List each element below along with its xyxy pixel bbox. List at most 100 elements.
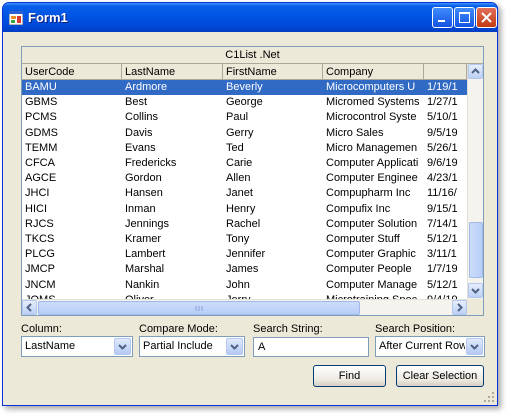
company-cell[interactable]: Micro Sales (323, 126, 424, 141)
company-cell[interactable]: Compufix Inc (323, 202, 424, 217)
company-cell[interactable]: Computer Manage (323, 278, 424, 293)
usercode-cell[interactable]: GDMS (22, 126, 122, 141)
firstname-cell[interactable]: Allen (223, 171, 323, 186)
table-row[interactable]: TEMM Evans Ted Micro Managemen 5/26/1 (22, 141, 467, 156)
column-dropdown[interactable]: LastName (21, 336, 133, 357)
maximize-button[interactable] (454, 7, 475, 28)
lastname-cell[interactable]: Inman (122, 202, 223, 217)
usercode-cell[interactable]: TKCS (22, 232, 122, 247)
company-cell[interactable]: Computer Solution (323, 217, 424, 232)
lastname-cell[interactable]: Marshal (122, 262, 223, 277)
firstname-cell[interactable]: James (223, 262, 323, 277)
company-cell[interactable]: Computer People (323, 262, 424, 277)
date-cell[interactable]: 5/26/1 (424, 141, 467, 156)
lastname-cell[interactable]: Gordon (122, 171, 223, 186)
date-cell[interactable]: 5/12/1 (424, 278, 467, 293)
table-row[interactable]: GDMS Davis Gerry Micro Sales 9/5/19 (22, 126, 467, 141)
lastname-cell[interactable]: Nankin (122, 278, 223, 293)
column-header-usercode[interactable]: UserCode (22, 64, 122, 80)
lastname-cell[interactable]: Best (122, 95, 223, 110)
search-string-input[interactable]: A (253, 337, 369, 357)
table-row[interactable]: JMCP Marshal James Computer People 1/7/19 (22, 262, 467, 277)
firstname-cell[interactable]: Carie (223, 156, 323, 171)
usercode-cell[interactable]: GBMS (22, 95, 122, 110)
column-dropdown-button[interactable] (114, 338, 131, 355)
firstname-cell[interactable]: Janet (223, 186, 323, 201)
table-row[interactable]: AGCE Gordon Allen Computer Enginee 4/23/1 (22, 171, 467, 186)
usercode-cell[interactable]: RJCS (22, 217, 122, 232)
table-row[interactable]: HICI Inman Henry Compufix Inc 9/15/1 (22, 202, 467, 217)
date-cell[interactable]: 5/12/1 (424, 232, 467, 247)
find-button[interactable]: Find (313, 365, 386, 387)
vertical-scroll-thumb[interactable] (469, 222, 483, 278)
table-row-selected[interactable]: BAMU Ardmore Beverly Microcomputers U 1/19/1 (22, 80, 467, 95)
lastname-cell[interactable]: Fredericks (122, 156, 223, 171)
firstname-cell[interactable]: Ted (223, 141, 323, 156)
lastname-cell[interactable]: Kramer (122, 232, 223, 247)
column-header-lastname[interactable]: LastName (122, 64, 223, 80)
date-cell[interactable]: 1/7/19 (424, 262, 467, 277)
firstname-cell[interactable]: Rachel (223, 217, 323, 232)
table-row[interactable]: CFCA Fredericks Carie Computer Applicati 9/6… (22, 156, 467, 171)
firstname-cell[interactable]: Jennifer (223, 247, 323, 262)
usercode-cell[interactable]: PLCG (22, 247, 122, 262)
usercode-cell[interactable]: JMCP (22, 262, 122, 277)
company-cell[interactable]: Computer Applicati (323, 156, 424, 171)
horizontal-scroll-thumb[interactable] (38, 301, 360, 315)
lastname-cell[interactable]: Jennings (122, 217, 223, 232)
firstname-cell[interactable]: Tony (223, 232, 323, 247)
company-cell[interactable]: Compupharm Inc (323, 186, 424, 201)
horizontal-scrollbar[interactable] (22, 299, 467, 315)
company-cell[interactable]: Microcontrol Syste (323, 110, 424, 125)
usercode-cell[interactable]: JHCI (22, 186, 122, 201)
scroll-down-button[interactable] (468, 283, 483, 298)
usercode-cell[interactable]: TEMM (22, 141, 122, 156)
table-row[interactable]: JNCM Nankin John Computer Manage 5/12/1 (22, 278, 467, 293)
column-header-company[interactable]: Company (323, 64, 424, 80)
company-cell[interactable]: Computer Graphic (323, 247, 424, 262)
minimize-button[interactable] (432, 7, 453, 28)
size-grip-icon[interactable] (483, 391, 495, 403)
lastname-cell[interactable]: Evans (122, 141, 223, 156)
lastname-cell[interactable]: Collins (122, 110, 223, 125)
firstname-cell[interactable]: George (223, 95, 323, 110)
lastname-cell[interactable]: Hansen (122, 186, 223, 201)
scroll-up-button[interactable] (468, 64, 483, 79)
firstname-cell[interactable]: Henry (223, 202, 323, 217)
date-cell[interactable]: 9/15/1 (424, 202, 467, 217)
firstname-cell[interactable]: Beverly (223, 80, 323, 95)
clear-selection-button[interactable]: Clear Selection (396, 365, 484, 387)
title-bar[interactable]: Form1 (3, 3, 497, 32)
compare-mode-dropdown-button[interactable] (226, 338, 243, 355)
table-row[interactable]: JHCI Hansen Janet Compupharm Inc 11/16/ (22, 186, 467, 201)
date-cell[interactable]: 9/6/19 (424, 156, 467, 171)
lastname-cell[interactable]: Lambert (122, 247, 223, 262)
firstname-cell[interactable]: Gerry (223, 126, 323, 141)
column-header-date[interactable] (424, 64, 467, 80)
close-button[interactable] (476, 7, 497, 28)
company-cell[interactable]: Micromed Systems (323, 95, 424, 110)
table-row[interactable]: PCMS Collins Paul Microcontrol Syste 5/10/1 (22, 110, 467, 125)
date-cell[interactable]: 11/16/ (424, 186, 467, 201)
table-row[interactable]: RJCS Jennings Rachel Computer Solution 7/14/… (22, 217, 467, 232)
scroll-left-button[interactable] (22, 300, 37, 315)
company-cell[interactable]: Micro Managemen (323, 141, 424, 156)
company-cell[interactable]: Computer Stuff (323, 232, 424, 247)
search-position-dropdown-button[interactable] (466, 338, 483, 355)
company-cell[interactable]: Microcomputers U (323, 80, 424, 95)
date-cell[interactable]: 1/19/1 (424, 80, 467, 95)
date-cell[interactable]: 4/23/1 (424, 171, 467, 186)
usercode-cell[interactable]: PCMS (22, 110, 122, 125)
usercode-cell[interactable]: BAMU (22, 80, 122, 95)
firstname-cell[interactable]: John (223, 278, 323, 293)
date-cell[interactable]: 1/27/1 (424, 95, 467, 110)
search-position-dropdown[interactable]: After Current Row (375, 336, 485, 357)
table-row[interactable]: TKCS Kramer Tony Computer Stuff 5/12/1 (22, 232, 467, 247)
company-cell[interactable]: Computer Enginee (323, 171, 424, 186)
vertical-scrollbar[interactable] (467, 64, 483, 300)
lastname-cell[interactable]: Ardmore (122, 80, 223, 95)
c1list-grid[interactable]: C1List .Net UserCode LastName FirstName … (21, 46, 484, 316)
compare-mode-dropdown[interactable]: Partial Include (139, 336, 245, 357)
date-cell[interactable]: 5/10/1 (424, 110, 467, 125)
table-row[interactable]: PLCG Lambert Jennifer Computer Graphic 3/11/… (22, 247, 467, 262)
